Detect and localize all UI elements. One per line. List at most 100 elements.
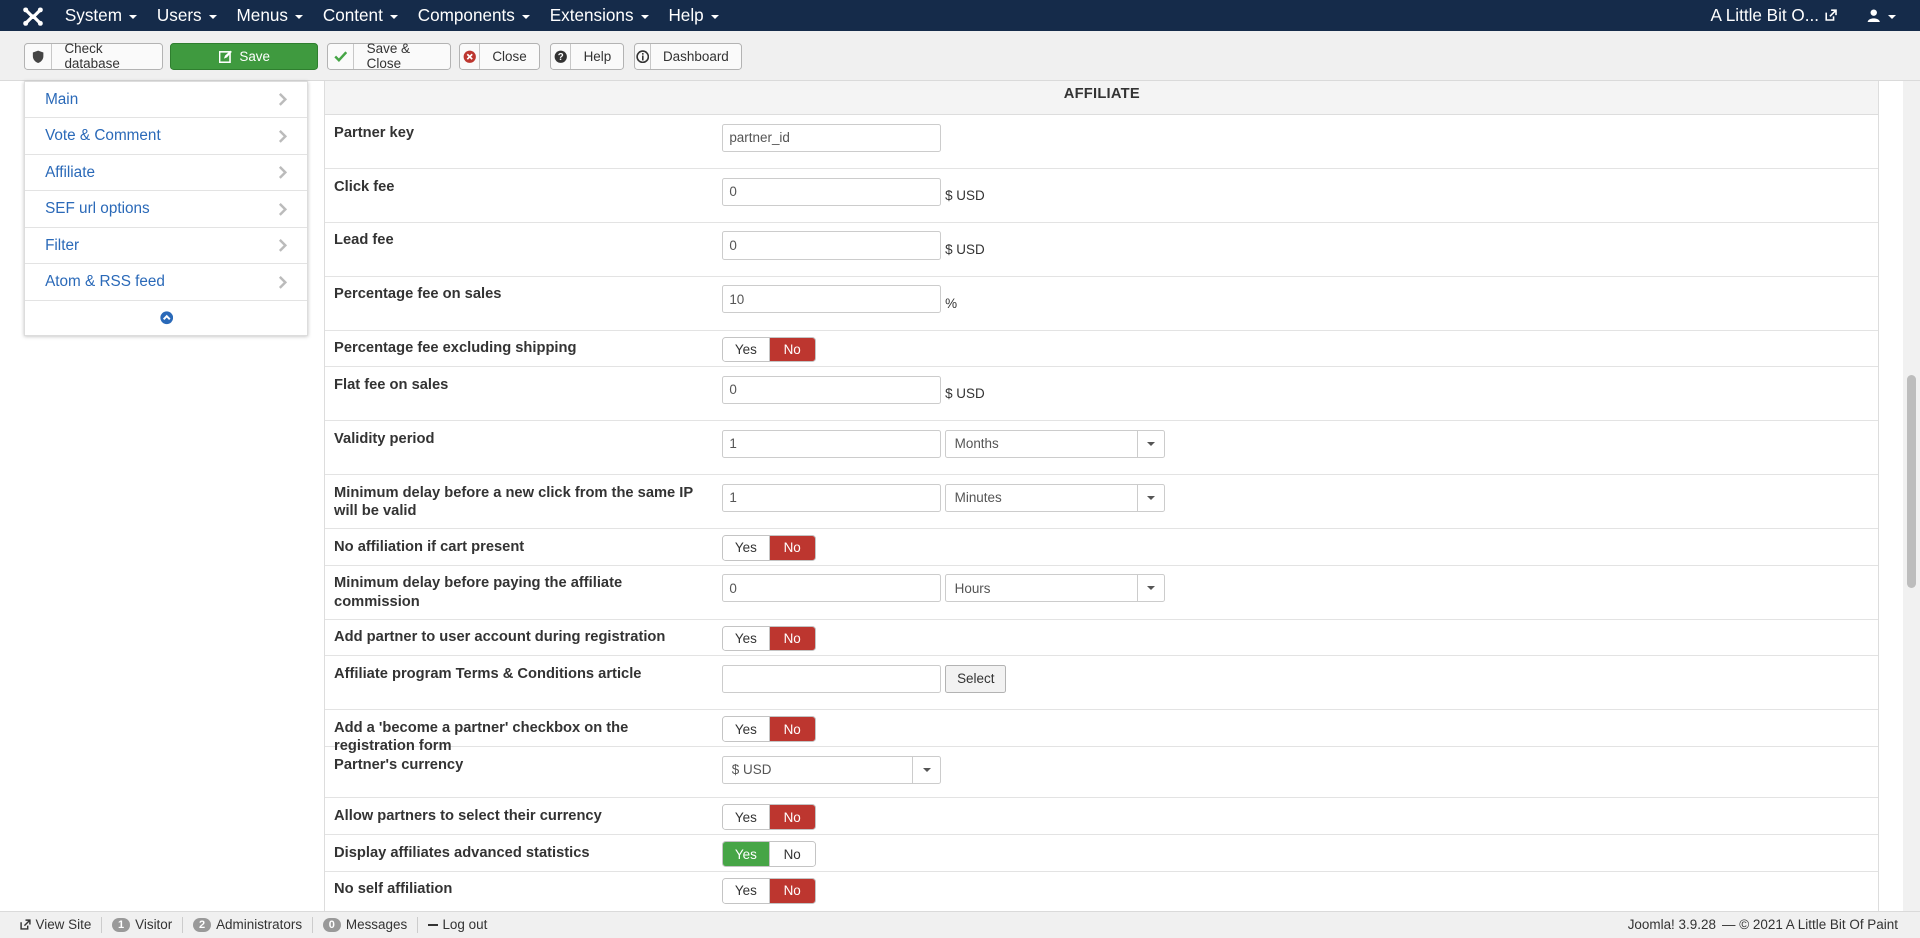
shield-icon (25, 44, 52, 69)
no-option[interactable]: No (769, 536, 815, 560)
chevron-right-icon (278, 129, 288, 144)
joomla-version: Joomla! 3.9.28 (1628, 917, 1716, 932)
dropdown-arrow-icon (1137, 575, 1165, 601)
sidebar-collapse-button[interactable] (25, 301, 307, 335)
sidebar-item-atom-rss[interactable]: Atom & RSS feed (25, 264, 307, 301)
close-button[interactable]: Close (459, 43, 540, 70)
chevron-right-icon (278, 92, 288, 107)
sidebar-item-affiliate[interactable]: Affiliate (25, 155, 307, 192)
caret-down-icon (390, 15, 398, 19)
min-delay-pay-unit-select[interactable]: Hours (945, 574, 1165, 602)
menu-menus[interactable]: Menus (227, 0, 313, 31)
validity-unit-select[interactable]: Months (945, 430, 1165, 458)
page-scrollbar[interactable] (1903, 81, 1920, 914)
sidebar-item-label: Atom & RSS feed (45, 273, 165, 291)
menu-help[interactable]: Help (659, 0, 729, 31)
chevron-right-icon (278, 275, 288, 290)
yes-option[interactable]: Yes (723, 805, 768, 829)
visitor-label: Visitor (135, 917, 172, 932)
menu-extensions[interactable]: Extensions (540, 0, 659, 31)
message-label: Messages (346, 917, 407, 932)
row-percentage-fee: Percentage fee on sales % (325, 277, 1878, 331)
help-button[interactable]: ? Help (550, 43, 625, 70)
yes-option[interactable]: Yes (723, 627, 768, 651)
scrollbar-thumb[interactable] (1907, 375, 1917, 588)
view-site-label: View Site (35, 917, 91, 932)
no-option[interactable]: No (769, 805, 815, 829)
no-self-aff-toggle: YesNo (722, 878, 816, 904)
cancel-icon (460, 44, 480, 69)
row-allow-select-currency: Allow partners to select their currency … (325, 798, 1878, 835)
min-delay-click-unit-select[interactable]: Minutes (945, 484, 1165, 512)
sidebar-item-main[interactable]: Main (25, 82, 307, 119)
menu-components[interactable]: Components (408, 0, 540, 31)
view-site-link[interactable]: View Site (10, 917, 102, 933)
logout-link[interactable]: Log out (418, 917, 497, 933)
sidebar-item-label: Filter (45, 237, 79, 255)
validity-period-input[interactable] (722, 430, 941, 458)
menu-menus-label: Menus (237, 5, 288, 26)
yes-option[interactable]: Yes (723, 536, 768, 560)
save-close-button[interactable]: Save & Close (327, 43, 451, 70)
dashboard-button[interactable]: Dashboard (634, 43, 742, 70)
yes-option[interactable]: Yes (723, 338, 768, 362)
help-label: Help (571, 49, 623, 64)
pct-excl-shipping-toggle: YesNo (722, 337, 816, 363)
row-no-aff-cart: No affiliation if cart present YesNo (325, 529, 1878, 566)
select-article-button[interactable]: Select (945, 665, 1006, 693)
user-menu[interactable] (1847, 9, 1920, 22)
yes-option[interactable]: Yes (723, 879, 768, 903)
percentage-fee-input[interactable] (722, 285, 941, 313)
percent-suffix: % (945, 296, 957, 311)
chevron-right-icon (278, 165, 288, 180)
adv-stats-toggle: YesNo (722, 841, 816, 867)
partner-key-input[interactable] (722, 124, 941, 152)
sidebar-item-vote-comment[interactable]: Vote & Comment (25, 118, 307, 155)
caret-down-icon (641, 15, 649, 19)
menu-users-label: Users (157, 5, 202, 26)
menu-users[interactable]: Users (147, 0, 227, 31)
yes-option[interactable]: Yes (723, 842, 768, 866)
currency-suffix: $ USD (945, 386, 985, 401)
caret-down-icon (209, 15, 217, 19)
terms-article-input[interactable] (722, 665, 941, 693)
visitors-status[interactable]: 1 Visitor (102, 917, 183, 933)
min-delay-click-label: Minimum delay before a new click from th… (334, 484, 707, 521)
lead-fee-input[interactable] (722, 231, 941, 259)
row-min-delay-click: Minimum delay before a new click from th… (325, 475, 1878, 529)
sidebar-item-filter[interactable]: Filter (25, 228, 307, 265)
site-link[interactable]: A Little Bit O... (1711, 5, 1848, 26)
min-delay-pay-input[interactable] (722, 574, 941, 602)
row-flat-fee: Flat fee on sales $ USD (325, 367, 1878, 421)
no-option[interactable]: No (769, 842, 815, 866)
admin-count-badge: 2 (193, 918, 211, 932)
checkmark-icon (328, 44, 354, 69)
pct-excl-shipping-label: Percentage fee excluding shipping (334, 339, 707, 357)
menu-content[interactable]: Content (313, 0, 408, 31)
become-partner-cb-toggle: YesNo (722, 716, 816, 742)
no-option[interactable]: No (769, 879, 815, 903)
min-delay-click-input[interactable] (722, 484, 941, 512)
caret-down-icon (711, 15, 719, 19)
click-fee-input[interactable] (722, 178, 941, 206)
menu-content-label: Content (323, 5, 383, 26)
sidebar-item-sef-url[interactable]: SEF url options (25, 191, 307, 228)
row-terms-article: Affiliate program Terms & Conditions art… (325, 656, 1878, 710)
menu-components-label: Components (418, 5, 515, 26)
partner-currency-select[interactable]: $ USD (722, 756, 941, 784)
save-button[interactable]: Save (170, 43, 318, 70)
no-option[interactable]: No (769, 627, 815, 651)
messages-status[interactable]: 0 Messages (313, 917, 418, 933)
yes-option[interactable]: Yes (723, 717, 768, 741)
check-database-button[interactable]: Check database (24, 43, 162, 70)
question-icon: ? (551, 44, 572, 69)
flat-fee-label: Flat fee on sales (334, 376, 707, 394)
flat-fee-input[interactable] (722, 376, 941, 404)
row-click-fee: Click fee $ USD (325, 169, 1878, 223)
menu-system[interactable]: System (55, 0, 147, 31)
administrators-status[interactable]: 2 Administrators (183, 917, 313, 933)
status-bar: View Site 1 Visitor 2 Administrators 0 M… (0, 911, 1920, 938)
no-option[interactable]: No (769, 338, 815, 362)
joomla-logo-icon[interactable] (22, 5, 44, 27)
no-option[interactable]: No (769, 717, 815, 741)
